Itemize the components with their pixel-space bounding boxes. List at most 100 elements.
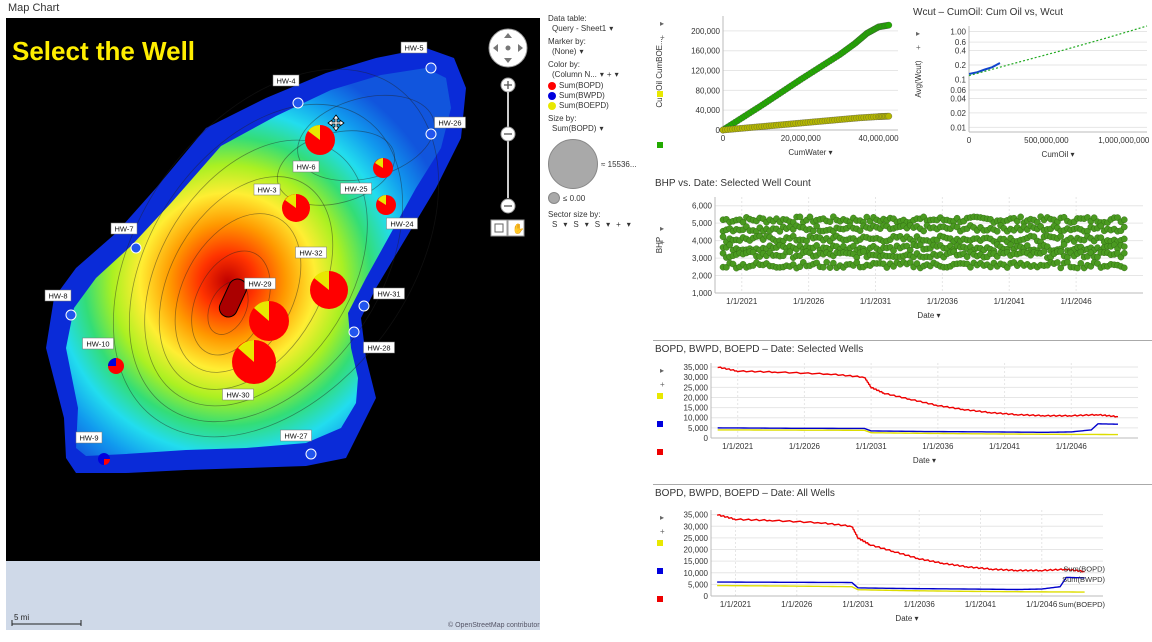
- x-axis-label[interactable]: Date ▾: [895, 614, 918, 623]
- well-dot-hw-8[interactable]: [65, 309, 77, 321]
- add-icon[interactable]: +: [916, 43, 921, 52]
- bhp-point: [1120, 223, 1128, 231]
- add-icon[interactable]: +: [660, 33, 665, 42]
- axis-selector-icon[interactable]: ▸: [660, 19, 664, 28]
- bhp-point: [1057, 233, 1065, 240]
- chart-cum-oil-vs-water[interactable]: 040,00080,000120,000160,000200,0000 20,00…: [653, 4, 905, 170]
- y-axis-label[interactable]: Avg(Wcut): [914, 60, 923, 98]
- x-axis-label[interactable]: Date ▾: [913, 456, 936, 465]
- zoom-in-button[interactable]: [500, 77, 516, 93]
- well-pie-hw-3[interactable]: [282, 194, 310, 222]
- add-icon[interactable]: +: [660, 380, 665, 389]
- well-pie-hw-24[interactable]: [376, 195, 396, 215]
- axis-selector-icon[interactable]: ▸: [660, 366, 664, 375]
- bhp-point: [1120, 235, 1128, 243]
- x-axis-label[interactable]: CumOil ▾: [1042, 150, 1075, 159]
- series-swatch-green: [657, 142, 663, 148]
- well-pie-hw-30[interactable]: [232, 340, 276, 384]
- x-tick-label: 0: [967, 136, 972, 145]
- well-pie-hw-25[interactable]: [373, 158, 393, 178]
- x-tick-label: 1/1/2041: [989, 442, 1021, 451]
- well-pie-hw-9[interactable]: [98, 453, 110, 465]
- size-legend-small-circle: [548, 192, 560, 204]
- size-legend-large-circle: [548, 139, 598, 189]
- legend-series-item[interactable]: Sum(BWPD): [548, 91, 648, 100]
- well-pie-hw-29[interactable]: [249, 301, 289, 341]
- bhp-scatter-points: [719, 213, 1128, 272]
- well-dot-hw-4[interactable]: [292, 97, 304, 109]
- size-by-selector[interactable]: Sum(BOPD) ▾: [552, 124, 648, 133]
- svg-text:HW-31: HW-31: [377, 290, 400, 299]
- y-tick-label: 35,000: [684, 363, 709, 372]
- add-icon: +: [616, 220, 621, 229]
- series-swatch: [657, 449, 663, 455]
- y-axis-label[interactable]: CumOil CumBOE...: [655, 38, 664, 107]
- axis-selector-icon[interactable]: ▸: [916, 29, 920, 38]
- chevron-down-icon: ▾: [599, 70, 604, 79]
- y-tick-label: 5,000: [688, 580, 709, 589]
- chart-panel-cum-water[interactable]: 0 40,000 80,000 120,000 160,000 200,000 0 20,00…: [653, 4, 905, 170]
- well-pie-hw-6[interactable]: [305, 125, 335, 155]
- map-canvas[interactable]: Select the Well HW-5 HW-4 HW-26 HW-6 HW-25 HW…: [6, 18, 540, 630]
- color-by-selector[interactable]: (Column N... ▾ + ▾: [552, 70, 648, 79]
- well-dot-hw-7[interactable]: [130, 242, 142, 254]
- chart-bhp-vs-date[interactable]: BHP vs. Date: Selected Well Count 1,000 2,…: [653, 175, 1152, 333]
- y-tick-label: 35,000: [684, 511, 709, 520]
- well-dot-hw-5[interactable]: [425, 62, 437, 74]
- map-pan-control[interactable]: [488, 28, 528, 68]
- x-tick-label: 1/1/2021: [722, 442, 754, 451]
- bhp-point: [1120, 216, 1128, 224]
- y-tick-label: 2,000: [692, 272, 713, 281]
- svg-text:HW-24: HW-24: [390, 220, 413, 229]
- map-chart-panel[interactable]: Select the Well HW-5 HW-4 HW-26 HW-6 HW-25 HW…: [6, 18, 540, 630]
- add-icon[interactable]: +: [660, 238, 665, 247]
- chart-panel-selected-wells[interactable]: BOPD, BWPD, BOEPD – Date: Selected Wells…: [653, 340, 1152, 479]
- pan-hand-icon[interactable]: ✋: [507, 219, 525, 237]
- y-tick-label: 25,000: [684, 534, 709, 543]
- add-icon[interactable]: +: [660, 527, 665, 536]
- axis-selector-icon[interactable]: ▸: [660, 224, 664, 233]
- axis-selector-icon[interactable]: ▸: [660, 513, 664, 522]
- y-tick-label: 0.04: [950, 94, 966, 103]
- map-water-area: [6, 561, 540, 630]
- well-dot-hw-28[interactable]: [348, 326, 360, 338]
- marker-by-selector[interactable]: (None) ▾: [552, 47, 648, 56]
- chart-panel-wcut[interactable]: Wcut – CumOil: Cum Oil vs, Wcut 0.01 0.02 0…: [909, 4, 1152, 170]
- x-tick-label: 0: [721, 134, 726, 143]
- chart-wcut-cumoil[interactable]: Wcut – CumOil: Cum Oil vs, Wcut 0.01 0.02 0…: [909, 4, 1152, 170]
- well-dot-hw-31[interactable]: [358, 300, 370, 312]
- legend-series-item[interactable]: Sum(BOPD): [548, 81, 648, 90]
- legend-series-item[interactable]: Sum(BOEPD): [548, 101, 648, 110]
- svg-text:HW-32: HW-32: [299, 249, 322, 258]
- y-tick-label: 5,000: [692, 219, 713, 228]
- x-tick-label: 1/1/2046: [1056, 442, 1088, 451]
- size-legend: ≈ 15536...: [548, 139, 648, 189]
- bhp-point: [1120, 264, 1128, 272]
- chart-panel-bhp[interactable]: BHP vs. Date: Selected Well Count 1,000 2,…: [653, 175, 1152, 333]
- sector-size-selectors[interactable]: S ▾ S ▾ S ▾ + ▾: [552, 220, 648, 229]
- x-tick-label: 1/1/2031: [842, 600, 874, 609]
- x-tick-label: 1/1/2026: [793, 297, 825, 306]
- zoom-out-button[interactable]: [500, 198, 516, 214]
- well-pie-hw-10[interactable]: [108, 358, 124, 374]
- well-label-hw-32: HW-32: [295, 246, 327, 259]
- y-tick-label: 1.00: [950, 27, 966, 36]
- series-swatch: [657, 421, 663, 427]
- chart-rates-selected-wells[interactable]: BOPD, BWPD, BOEPD – Date: Selected Wells…: [653, 341, 1152, 479]
- x-axis-label[interactable]: CumWater ▾: [788, 148, 832, 157]
- chart-panel-all-wells[interactable]: BOPD, BWPD, BOEPD – Date: All Wells 0 5,00…: [653, 484, 1152, 637]
- data-table-selector[interactable]: Query - Sheet1 ▾: [552, 24, 648, 33]
- chart-rates-all-wells[interactable]: BOPD, BWPD, BOEPD – Date: All Wells 0 5,00…: [653, 485, 1152, 637]
- rectangle-select-icon[interactable]: [490, 219, 508, 237]
- svg-text:HW-30: HW-30: [226, 391, 249, 400]
- svg-text:HW-7: HW-7: [114, 225, 133, 234]
- well-pie-hw-32[interactable]: [310, 270, 348, 309]
- zoom-slider-handle[interactable]: [500, 126, 516, 142]
- map-legend-pane[interactable]: Data table: Query - Sheet1 ▾ Marker by: (…: [548, 14, 648, 274]
- color-by-label: Color by:: [548, 60, 581, 69]
- well-dot-hw-26[interactable]: [425, 128, 437, 140]
- well-dot-hw-27[interactable]: [305, 448, 317, 460]
- map-chart-title: Map Chart: [8, 2, 60, 14]
- series-swatch: [657, 596, 663, 602]
- x-axis-label[interactable]: Date ▾: [917, 311, 940, 320]
